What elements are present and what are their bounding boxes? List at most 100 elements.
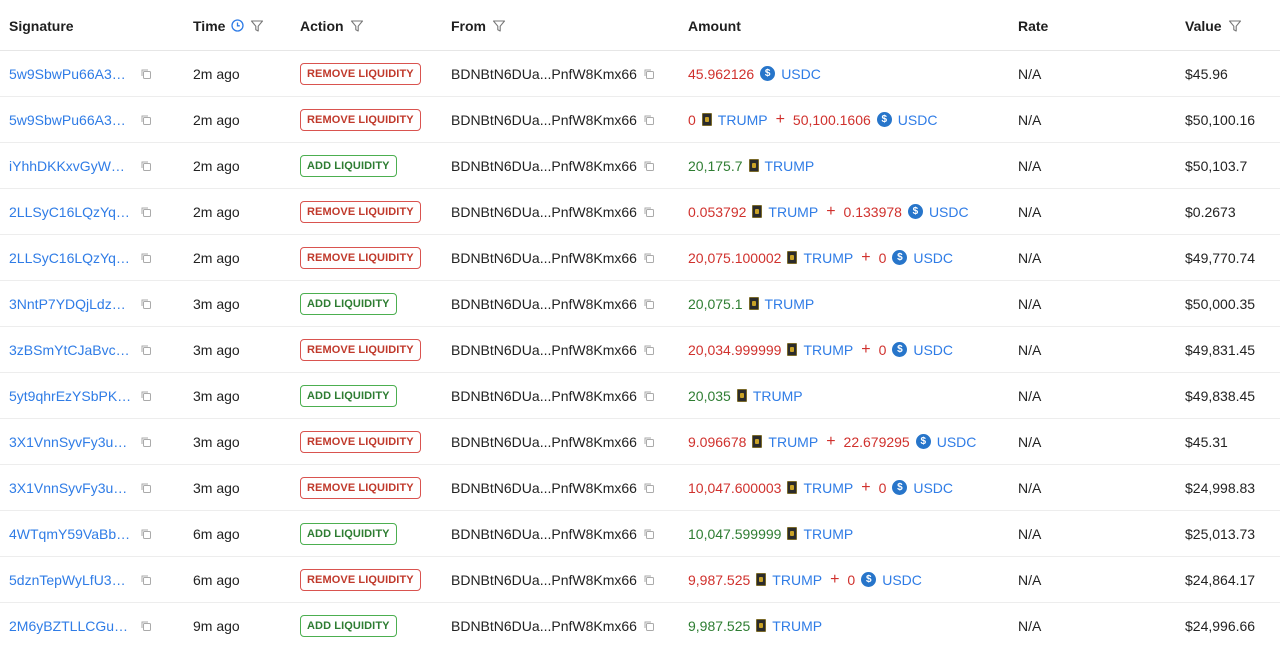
action-badge[interactable]: ADD LIQUIDITY xyxy=(300,154,397,177)
filter-icon[interactable] xyxy=(492,19,506,33)
copy-icon[interactable] xyxy=(140,298,152,310)
from-address[interactable]: BDNBtN6DUa...PnfW8Kmx66 xyxy=(451,618,637,634)
from-address[interactable]: BDNBtN6DUa...PnfW8Kmx66 xyxy=(451,158,637,174)
from-address[interactable]: BDNBtN6DUa...PnfW8Kmx66 xyxy=(451,342,637,358)
from-address[interactable]: BDNBtN6DUa...PnfW8Kmx66 xyxy=(451,112,637,128)
copy-icon[interactable] xyxy=(140,620,152,632)
action-badge[interactable]: REMOVE LIQUIDITY xyxy=(300,246,421,269)
copy-icon[interactable] xyxy=(140,206,152,218)
table-row[interactable]: 2LLSyC16LQzYqnH… 2m ago REMOVE LIQUIDITY BD… xyxy=(0,235,1280,281)
action-badge[interactable]: REMOVE LIQUIDITY xyxy=(300,476,421,499)
copy-icon[interactable] xyxy=(643,252,655,264)
token-link[interactable]: USDC xyxy=(937,434,977,450)
from-address[interactable]: BDNBtN6DUa...PnfW8Kmx66 xyxy=(451,250,637,266)
table-row[interactable]: 4WTqmY59VaBbBS… 6m ago ADD LIQUIDITY BDNBtN… xyxy=(0,511,1280,557)
copy-icon[interactable] xyxy=(140,114,152,126)
table-row[interactable]: iYhhDKKxvGyWwAs… 2m ago ADD LIQUIDITY BDNBt… xyxy=(0,143,1280,189)
filter-icon[interactable] xyxy=(350,19,364,33)
signature-link[interactable]: 3zBSmYtCJaBvc9H… xyxy=(9,342,134,358)
token-link[interactable]: USDC xyxy=(913,250,953,266)
token-link[interactable]: USDC xyxy=(913,480,953,496)
copy-icon[interactable] xyxy=(643,160,655,172)
signature-link[interactable]: 4WTqmY59VaBbBS… xyxy=(9,526,134,542)
action-badge[interactable]: REMOVE LIQUIDITY xyxy=(300,200,421,223)
copy-icon[interactable] xyxy=(140,436,152,448)
copy-icon[interactable] xyxy=(140,390,152,402)
token-link[interactable]: USDC xyxy=(913,342,953,358)
action-badge[interactable]: ADD LIQUIDITY xyxy=(300,292,397,315)
filter-icon[interactable] xyxy=(250,19,264,33)
table-row[interactable]: 5yt9qhrEzYSbPKUV… 3m ago ADD LIQUIDITY BDNB… xyxy=(0,373,1280,419)
table-row[interactable]: 3zBSmYtCJaBvc9H… 3m ago REMOVE LIQUIDITY BD… xyxy=(0,327,1280,373)
signature-link[interactable]: 3X1VnnSyvFy3u52… xyxy=(9,434,134,450)
from-address[interactable]: BDNBtN6DUa...PnfW8Kmx66 xyxy=(451,204,637,220)
action-badge[interactable]: REMOVE LIQUIDITY xyxy=(300,62,421,85)
signature-link[interactable]: 2LLSyC16LQzYqnH… xyxy=(9,204,134,220)
token-link[interactable]: TRUMP xyxy=(772,572,822,588)
copy-icon[interactable] xyxy=(643,436,655,448)
table-row[interactable]: 2M6yBZTLLCGuHL… 9m ago ADD LIQUIDITY BDNBtN… xyxy=(0,603,1280,648)
from-address[interactable]: BDNBtN6DUa...PnfW8Kmx66 xyxy=(451,480,637,496)
copy-icon[interactable] xyxy=(643,620,655,632)
token-link[interactable]: TRUMP xyxy=(718,112,768,128)
copy-icon[interactable] xyxy=(140,528,152,540)
signature-link[interactable]: 3X1VnnSyvFy3u52… xyxy=(9,480,134,496)
from-address[interactable]: BDNBtN6DUa...PnfW8Kmx66 xyxy=(451,296,637,312)
copy-icon[interactable] xyxy=(140,252,152,264)
signature-link[interactable]: 3NntP7YDQjLdzSS3… xyxy=(9,296,134,312)
token-link[interactable]: TRUMP xyxy=(772,618,822,634)
copy-icon[interactable] xyxy=(643,344,655,356)
signature-link[interactable]: 2LLSyC16LQzYqnH… xyxy=(9,250,134,266)
copy-icon[interactable] xyxy=(140,160,152,172)
copy-icon[interactable] xyxy=(643,114,655,126)
filter-icon[interactable] xyxy=(1228,19,1242,33)
token-link[interactable]: USDC xyxy=(929,204,969,220)
from-address[interactable]: BDNBtN6DUa...PnfW8Kmx66 xyxy=(451,434,637,450)
token-link[interactable]: USDC xyxy=(781,66,821,82)
token-link[interactable]: TRUMP xyxy=(768,434,818,450)
signature-link[interactable]: 2M6yBZTLLCGuHL… xyxy=(9,618,134,634)
copy-icon[interactable] xyxy=(643,68,655,80)
action-badge[interactable]: REMOVE LIQUIDITY xyxy=(300,108,421,131)
signature-link[interactable]: 5w9SbwPu66A3Qa… xyxy=(9,66,134,82)
copy-icon[interactable] xyxy=(643,528,655,540)
copy-icon[interactable] xyxy=(140,574,152,586)
token-link[interactable]: TRUMP xyxy=(803,480,853,496)
clock-icon[interactable] xyxy=(231,19,245,32)
table-row[interactable]: 3X1VnnSyvFy3u52… 3m ago REMOVE LIQUIDITY BD… xyxy=(0,465,1280,511)
action-badge[interactable]: REMOVE LIQUIDITY xyxy=(300,430,421,453)
signature-link[interactable]: 5dznTepWyLfU3VU… xyxy=(9,572,134,588)
token-link[interactable]: TRUMP xyxy=(803,526,853,542)
from-address[interactable]: BDNBtN6DUa...PnfW8Kmx66 xyxy=(451,388,637,404)
action-badge[interactable]: ADD LIQUIDITY xyxy=(300,522,397,545)
signature-link[interactable]: iYhhDKKxvGyWwAs… xyxy=(9,158,134,174)
table-row[interactable]: 2LLSyC16LQzYqnH… 2m ago REMOVE LIQUIDITY BD… xyxy=(0,189,1280,235)
action-badge[interactable]: REMOVE LIQUIDITY xyxy=(300,338,421,361)
from-address[interactable]: BDNBtN6DUa...PnfW8Kmx66 xyxy=(451,66,637,82)
from-address[interactable]: BDNBtN6DUa...PnfW8Kmx66 xyxy=(451,572,637,588)
copy-icon[interactable] xyxy=(643,390,655,402)
from-address[interactable]: BDNBtN6DUa...PnfW8Kmx66 xyxy=(451,526,637,542)
table-row[interactable]: 5w9SbwPu66A3Qa… 2m ago REMOVE LIQUIDITY BDN… xyxy=(0,97,1280,143)
token-link[interactable]: TRUMP xyxy=(753,388,803,404)
copy-icon[interactable] xyxy=(643,482,655,494)
token-link[interactable]: TRUMP xyxy=(765,296,815,312)
table-row[interactable]: 3X1VnnSyvFy3u52… 3m ago REMOVE LIQUIDITY BD… xyxy=(0,419,1280,465)
copy-icon[interactable] xyxy=(643,298,655,310)
token-link[interactable]: TRUMP xyxy=(803,342,853,358)
table-row[interactable]: 5dznTepWyLfU3VU… 6m ago REMOVE LIQUIDITY BD… xyxy=(0,557,1280,603)
token-link[interactable]: TRUMP xyxy=(768,204,818,220)
copy-icon[interactable] xyxy=(140,482,152,494)
action-badge[interactable]: REMOVE LIQUIDITY xyxy=(300,568,421,591)
action-badge[interactable]: ADD LIQUIDITY xyxy=(300,384,397,407)
copy-icon[interactable] xyxy=(643,206,655,218)
copy-icon[interactable] xyxy=(140,344,152,356)
token-link[interactable]: USDC xyxy=(882,572,922,588)
token-link[interactable]: TRUMP xyxy=(765,158,815,174)
action-badge[interactable]: ADD LIQUIDITY xyxy=(300,614,397,637)
token-link[interactable]: TRUMP xyxy=(803,250,853,266)
token-link[interactable]: USDC xyxy=(898,112,938,128)
signature-link[interactable]: 5w9SbwPu66A3Qa… xyxy=(9,112,134,128)
table-row[interactable]: 3NntP7YDQjLdzSS3… 3m ago ADD LIQUIDITY BDNB… xyxy=(0,281,1280,327)
signature-link[interactable]: 5yt9qhrEzYSbPKUV… xyxy=(9,388,134,404)
